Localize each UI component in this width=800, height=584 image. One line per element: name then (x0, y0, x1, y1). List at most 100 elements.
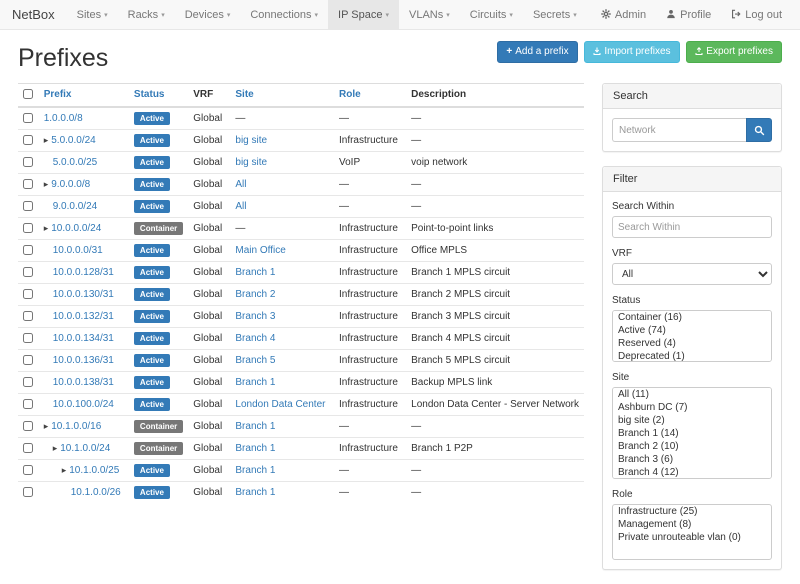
nav-item-sites[interactable]: Sites▾ (67, 0, 118, 29)
role-filter-select[interactable]: Infrastructure (25)Management (8)Private… (612, 504, 772, 560)
row-checkbox[interactable] (23, 223, 33, 233)
brand-logo[interactable]: NetBox (8, 0, 67, 29)
role-option[interactable]: Private unrouteable vlan (0) (613, 531, 771, 544)
prefix-link[interactable]: 10.0.0.136/31 (53, 355, 114, 366)
prefix-link[interactable]: 10.1.0.0/24 (60, 443, 110, 454)
site-option[interactable]: All (11) (613, 388, 771, 401)
site-option[interactable]: Branch 4 (12) (613, 466, 771, 479)
site-link[interactable]: London Data Center (235, 399, 325, 410)
site-link[interactable]: Branch 1 (235, 443, 275, 454)
prefix-link[interactable]: 10.0.0.134/31 (53, 333, 114, 344)
add-prefix-button[interactable]: +Add a prefix (497, 41, 577, 63)
row-checkbox[interactable] (23, 157, 33, 167)
row-checkbox[interactable] (23, 113, 33, 123)
prefix-link[interactable]: 10.0.0.0/31 (53, 245, 103, 256)
prefix-link[interactable]: 10.0.100.0/24 (53, 399, 114, 410)
site-link[interactable]: All (235, 201, 246, 212)
site-option[interactable]: Ashburn DC (7) (613, 401, 771, 414)
prefix-link[interactable]: 5.0.0.0/25 (53, 157, 97, 168)
prefix-link[interactable]: 10.0.0.0/24 (51, 223, 101, 234)
import-prefixes-button[interactable]: Import prefixes (584, 41, 679, 63)
sort-header-prefix[interactable]: Prefix (44, 89, 72, 100)
nav-item-connections[interactable]: Connections▾ (240, 0, 328, 29)
prefix-link[interactable]: 10.1.0.0/25 (69, 465, 119, 476)
row-checkbox[interactable] (23, 267, 33, 277)
sort-header-status[interactable]: Status (134, 89, 165, 100)
site-link[interactable]: big site (235, 135, 267, 146)
vrf-select[interactable]: All (612, 263, 772, 285)
site-link[interactable]: Branch 1 (235, 267, 275, 278)
row-checkbox[interactable] (23, 487, 33, 497)
site-option[interactable]: Branch 2 (10) (613, 440, 771, 453)
site-link[interactable]: All (235, 179, 246, 190)
site-link[interactable]: Main Office (235, 245, 285, 256)
site-link[interactable]: Branch 5 (235, 355, 275, 366)
row-checkbox[interactable] (23, 135, 33, 145)
expand-arrow-icon[interactable]: ▸ (44, 421, 49, 431)
row-checkbox[interactable] (23, 179, 33, 189)
nav-item-vlans[interactable]: VLANs▾ (399, 0, 460, 29)
role-option[interactable]: Management (8) (613, 518, 771, 531)
status-option[interactable]: Reserved (4) (613, 337, 771, 350)
logout-menu-item[interactable]: Log out (721, 0, 792, 29)
status-option[interactable]: Container (16) (613, 311, 771, 324)
site-link[interactable]: Branch 1 (235, 377, 275, 388)
site-link[interactable]: Branch 2 (235, 289, 275, 300)
prefix-link[interactable]: 1.0.0.0/8 (44, 113, 83, 124)
search-button[interactable] (746, 118, 772, 142)
row-checkbox[interactable] (23, 399, 33, 409)
select-all-checkbox[interactable] (23, 89, 33, 99)
prefix-link[interactable]: 10.1.0.0/26 (71, 487, 121, 498)
prefix-link[interactable]: 10.0.0.132/31 (53, 311, 114, 322)
site-option[interactable]: Branch 3 (6) (613, 453, 771, 466)
prefix-link[interactable]: 10.0.0.138/31 (53, 377, 114, 388)
role-option[interactable]: Infrastructure (25) (613, 505, 771, 518)
expand-arrow-icon[interactable]: ▸ (62, 465, 67, 475)
export-prefixes-button[interactable]: Export prefixes (686, 41, 782, 63)
row-checkbox[interactable] (23, 377, 33, 387)
expand-arrow-icon[interactable]: ▸ (44, 135, 49, 145)
status-filter-select[interactable]: Container (16)Active (74)Reserved (4)Dep… (612, 310, 772, 362)
search-input[interactable] (612, 118, 746, 142)
admin-label: Admin (615, 9, 646, 21)
site-link[interactable]: Branch 4 (235, 333, 275, 344)
prefix-link[interactable]: 9.0.0.0/8 (51, 179, 90, 190)
row-checkbox[interactable] (23, 443, 33, 453)
site-option[interactable]: Branch 1 (14) (613, 427, 771, 440)
row-checkbox[interactable] (23, 201, 33, 211)
expand-arrow-icon[interactable]: ▸ (44, 179, 49, 189)
sort-header-site[interactable]: Site (235, 89, 253, 100)
site-filter-select[interactable]: All (11)Ashburn DC (7)big site (2)Branch… (612, 387, 772, 479)
row-checkbox[interactable] (23, 311, 33, 321)
sort-header-role[interactable]: Role (339, 89, 361, 100)
row-checkbox[interactable] (23, 333, 33, 343)
prefix-link[interactable]: 10.0.0.128/31 (53, 267, 114, 278)
site-link[interactable]: Branch 1 (235, 421, 275, 432)
prefix-link[interactable]: 5.0.0.0/24 (51, 135, 95, 146)
nav-item-circuits[interactable]: Circuits▾ (460, 0, 523, 29)
row-checkbox[interactable] (23, 421, 33, 431)
admin-menu-item[interactable]: Admin (591, 0, 656, 29)
prefix-link[interactable]: 10.0.0.130/31 (53, 289, 114, 300)
site-link[interactable]: Branch 3 (235, 311, 275, 322)
nav-item-secrets[interactable]: Secrets▾ (523, 0, 587, 29)
row-checkbox[interactable] (23, 289, 33, 299)
expand-arrow-icon[interactable]: ▸ (53, 443, 58, 453)
site-link[interactable]: Branch 1 (235, 465, 275, 476)
row-checkbox[interactable] (23, 355, 33, 365)
site-link[interactable]: big site (235, 157, 267, 168)
nav-item-racks[interactable]: Racks▾ (118, 0, 175, 29)
search-within-input[interactable] (612, 216, 772, 238)
row-checkbox[interactable] (23, 465, 33, 475)
prefix-link[interactable]: 9.0.0.0/24 (53, 201, 97, 212)
status-option[interactable]: Deprecated (1) (613, 350, 771, 362)
nav-item-ip-space[interactable]: IP Space▾ (328, 0, 399, 29)
nav-item-devices[interactable]: Devices▾ (175, 0, 241, 29)
profile-menu-item[interactable]: Profile (656, 0, 721, 29)
status-option[interactable]: Active (74) (613, 324, 771, 337)
prefix-link[interactable]: 10.1.0.0/16 (51, 421, 101, 432)
site-link[interactable]: Branch 1 (235, 487, 275, 498)
site-option[interactable]: big site (2) (613, 414, 771, 427)
row-checkbox[interactable] (23, 245, 33, 255)
expand-arrow-icon[interactable]: ▸ (44, 223, 49, 233)
